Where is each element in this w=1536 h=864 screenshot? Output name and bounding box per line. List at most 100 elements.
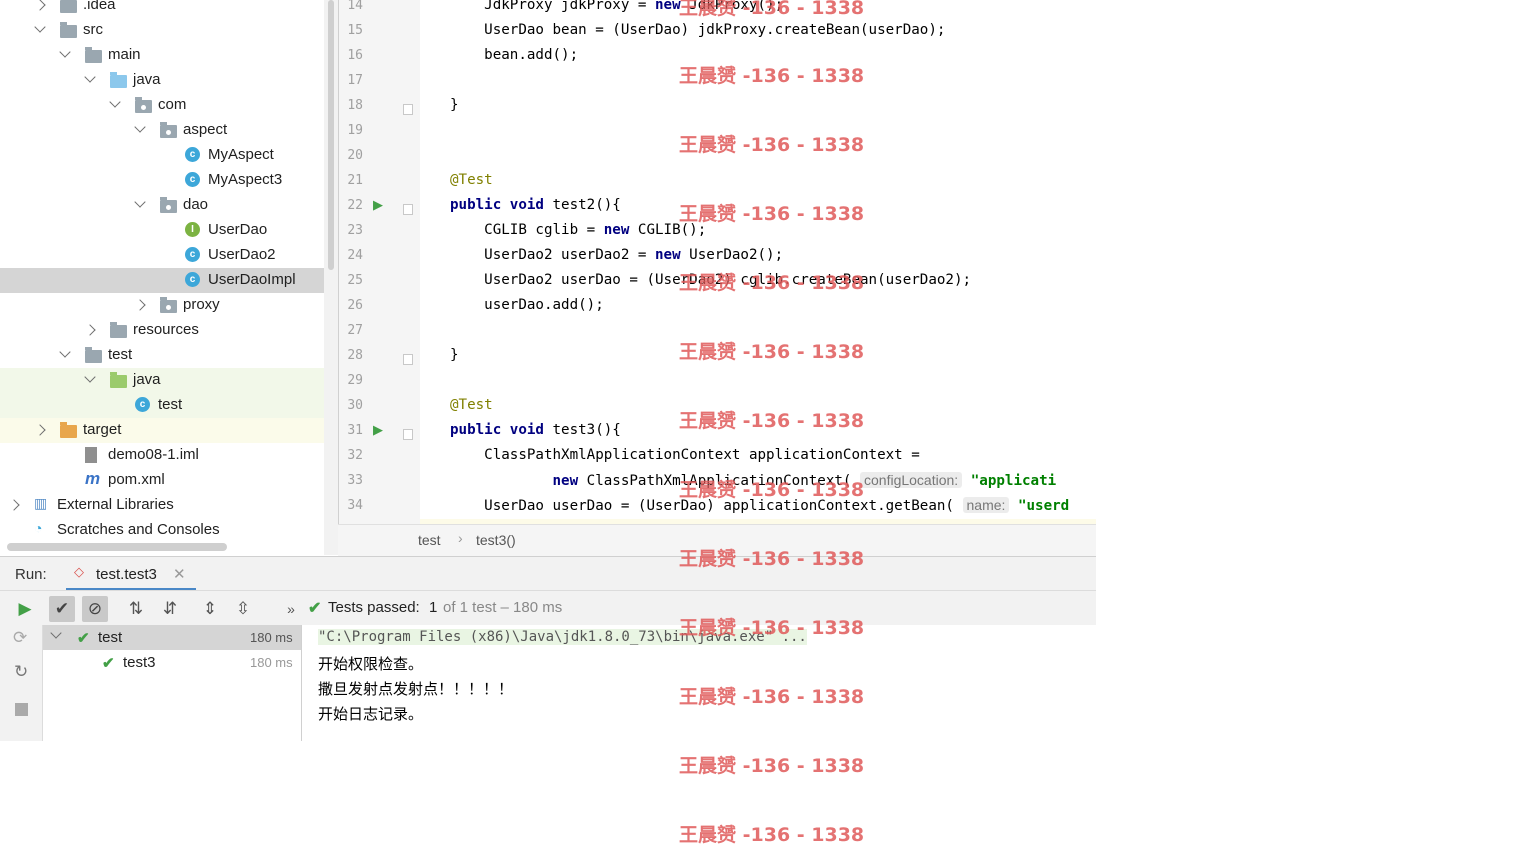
libraries-icon: ▥ xyxy=(34,495,48,511)
horizontal-scrollbar[interactable] xyxy=(7,543,227,551)
test-row[interactable]: ✔ test 180 ms xyxy=(43,625,301,650)
tree-item[interactable]: java xyxy=(0,368,338,393)
class-icon: c xyxy=(185,272,200,287)
scrollbar-thumb[interactable] xyxy=(328,0,334,270)
code-line: public void test3(){ xyxy=(450,422,621,438)
code-line: UserDao bean = (UserDao) jdkProxy.create… xyxy=(450,22,946,38)
tree-item-label: Scratches and Consoles xyxy=(57,521,220,538)
tree-item[interactable]: target xyxy=(0,418,338,443)
line-number: 32 xyxy=(347,448,363,463)
tree-item-label: UserDaoImpl xyxy=(208,271,296,288)
tree-item-label: test xyxy=(158,396,183,413)
watermark-text: 王晨赟 -136 - 1338 xyxy=(679,0,865,19)
tree-item[interactable]: resources xyxy=(0,318,338,343)
line-number: 33 xyxy=(347,473,363,488)
line-number: 18 xyxy=(347,98,363,113)
tree-item[interactable]: c UserDao2 xyxy=(0,243,338,268)
chevron-right-icon[interactable] xyxy=(34,0,46,11)
fold-icon[interactable] xyxy=(403,104,413,115)
chevron-down-icon[interactable] xyxy=(134,121,146,133)
tree-item[interactable]: ◔ Scratches and Consoles xyxy=(0,518,338,543)
tests-status-count: 1 xyxy=(429,599,438,616)
tree-item[interactable]: java xyxy=(0,68,338,93)
debug-icon[interactable]: ⟳ xyxy=(13,628,27,648)
fold-icon[interactable] xyxy=(403,354,413,365)
tree-item[interactable]: m pom.xml xyxy=(0,468,338,493)
chevron-down-icon[interactable] xyxy=(84,71,96,83)
tree-item[interactable]: c UserDaoImpl xyxy=(0,268,338,293)
tree-item[interactable]: src xyxy=(0,18,338,43)
watermark-text: 王晨赟 -136 - 1338 xyxy=(679,65,865,87)
tree-item-label: dao xyxy=(183,196,209,213)
tree-item-label: MyAspect3 xyxy=(208,171,283,188)
tree-item-label: java xyxy=(133,71,161,88)
watermark-text: 王晨赟 -136 - 1338 xyxy=(679,134,865,156)
tree-item[interactable]: main xyxy=(0,43,338,68)
tests-status-prefix: Tests passed: xyxy=(328,599,420,616)
watermark-text: 王晨赟 -136 - 1338 xyxy=(679,203,865,225)
sort-alphabetically-icon[interactable]: ⇅ xyxy=(123,596,149,622)
project-tree[interactable]: .idea src main java com aspect c MyAspect c MyAsp… xyxy=(0,0,338,555)
test-results-tree[interactable]: ✔ test 180 ms ✔ test3 180 ms xyxy=(43,625,302,741)
watermark-text: 王晨赟 -136 - 1338 xyxy=(679,686,865,708)
chevron-right-icon[interactable] xyxy=(8,499,20,511)
rerun-icon[interactable]: ▶ xyxy=(12,596,38,622)
stop-icon[interactable] xyxy=(15,703,28,716)
run-tab[interactable]: ◇ test.test3 ✕ xyxy=(66,557,196,591)
show-ignored-icon[interactable]: ⊘ xyxy=(82,596,108,622)
code-line: } xyxy=(450,97,459,113)
folder-icon xyxy=(60,0,77,13)
breadcrumb-method[interactable]: test3() xyxy=(476,532,516,548)
tree-item[interactable]: aspect xyxy=(0,118,338,143)
tree-item[interactable]: I UserDao xyxy=(0,218,338,243)
tree-item[interactable]: test xyxy=(0,343,338,368)
show-passed-icon[interactable]: ✔ xyxy=(49,596,75,622)
console-line: 撒旦发射点发射点！！！！！ xyxy=(318,680,514,698)
collapse-all-icon[interactable]: ⇳ xyxy=(230,596,256,622)
line-number: 34 xyxy=(347,498,363,513)
chevron-down-icon[interactable] xyxy=(84,371,96,383)
tree-item[interactable]: c test xyxy=(0,393,338,418)
tree-item-label: External Libraries xyxy=(57,496,174,513)
tree-item[interactable]: demo08-1.iml xyxy=(0,443,338,468)
fold-icon[interactable] xyxy=(403,429,413,440)
code-line: CGLIB cglib = new CGLIB(); xyxy=(450,222,707,238)
source-folder-icon xyxy=(110,72,127,88)
excluded-folder-icon xyxy=(60,422,77,438)
chevron-right-icon[interactable] xyxy=(84,324,96,336)
tree-item[interactable]: com xyxy=(0,93,338,118)
editor-gutter: 14 15 16 17 18 19 20 21 22 23 24 25 26 27 28 29 30 31 32 33… xyxy=(338,0,421,524)
chevron-down-icon[interactable] xyxy=(59,346,71,358)
tree-item[interactable]: proxy xyxy=(0,293,338,318)
run-test-icon[interactable]: ▶ xyxy=(373,423,383,438)
chevron-down-icon[interactable] xyxy=(134,196,146,208)
tree-item[interactable]: c MyAspect xyxy=(0,143,338,168)
test-row[interactable]: ✔ test3 180 ms xyxy=(43,650,301,675)
folder-icon xyxy=(60,22,77,38)
tree-item[interactable]: ▥ External Libraries xyxy=(0,493,338,518)
chevron-down-icon[interactable] xyxy=(34,21,46,33)
chevron-right-icon[interactable] xyxy=(134,299,146,311)
test-method-name: test3 xyxy=(123,654,156,671)
tree-item[interactable]: c MyAspect3 xyxy=(0,168,338,193)
vertical-scrollbar[interactable] xyxy=(324,0,338,555)
tree-item[interactable]: dao xyxy=(0,193,338,218)
chevron-down-icon[interactable] xyxy=(50,627,62,639)
breadcrumb-class[interactable]: test xyxy=(418,532,441,548)
more-icon[interactable]: » xyxy=(278,596,304,622)
sort-by-duration-icon[interactable]: ⇵ xyxy=(157,596,183,622)
rerun-failed-icon[interactable]: ↻ xyxy=(14,662,28,682)
expand-all-icon[interactable]: ⇕ xyxy=(197,596,223,622)
run-config-icon: ◇ xyxy=(74,564,84,579)
line-number: 14 xyxy=(347,0,363,13)
chevron-right-icon[interactable] xyxy=(34,424,46,436)
chevron-down-icon[interactable] xyxy=(109,96,121,108)
chevron-down-icon[interactable] xyxy=(59,46,71,58)
tree-item-label: UserDao2 xyxy=(208,246,276,263)
run-test-icon[interactable]: ▶ xyxy=(373,198,383,213)
tree-item[interactable]: .idea xyxy=(0,0,338,18)
close-icon[interactable]: ✕ xyxy=(173,565,186,583)
line-number: 22 xyxy=(347,198,363,213)
code-line: ClassPathXmlApplicationContext applicati… xyxy=(450,447,920,463)
fold-icon[interactable] xyxy=(403,204,413,215)
